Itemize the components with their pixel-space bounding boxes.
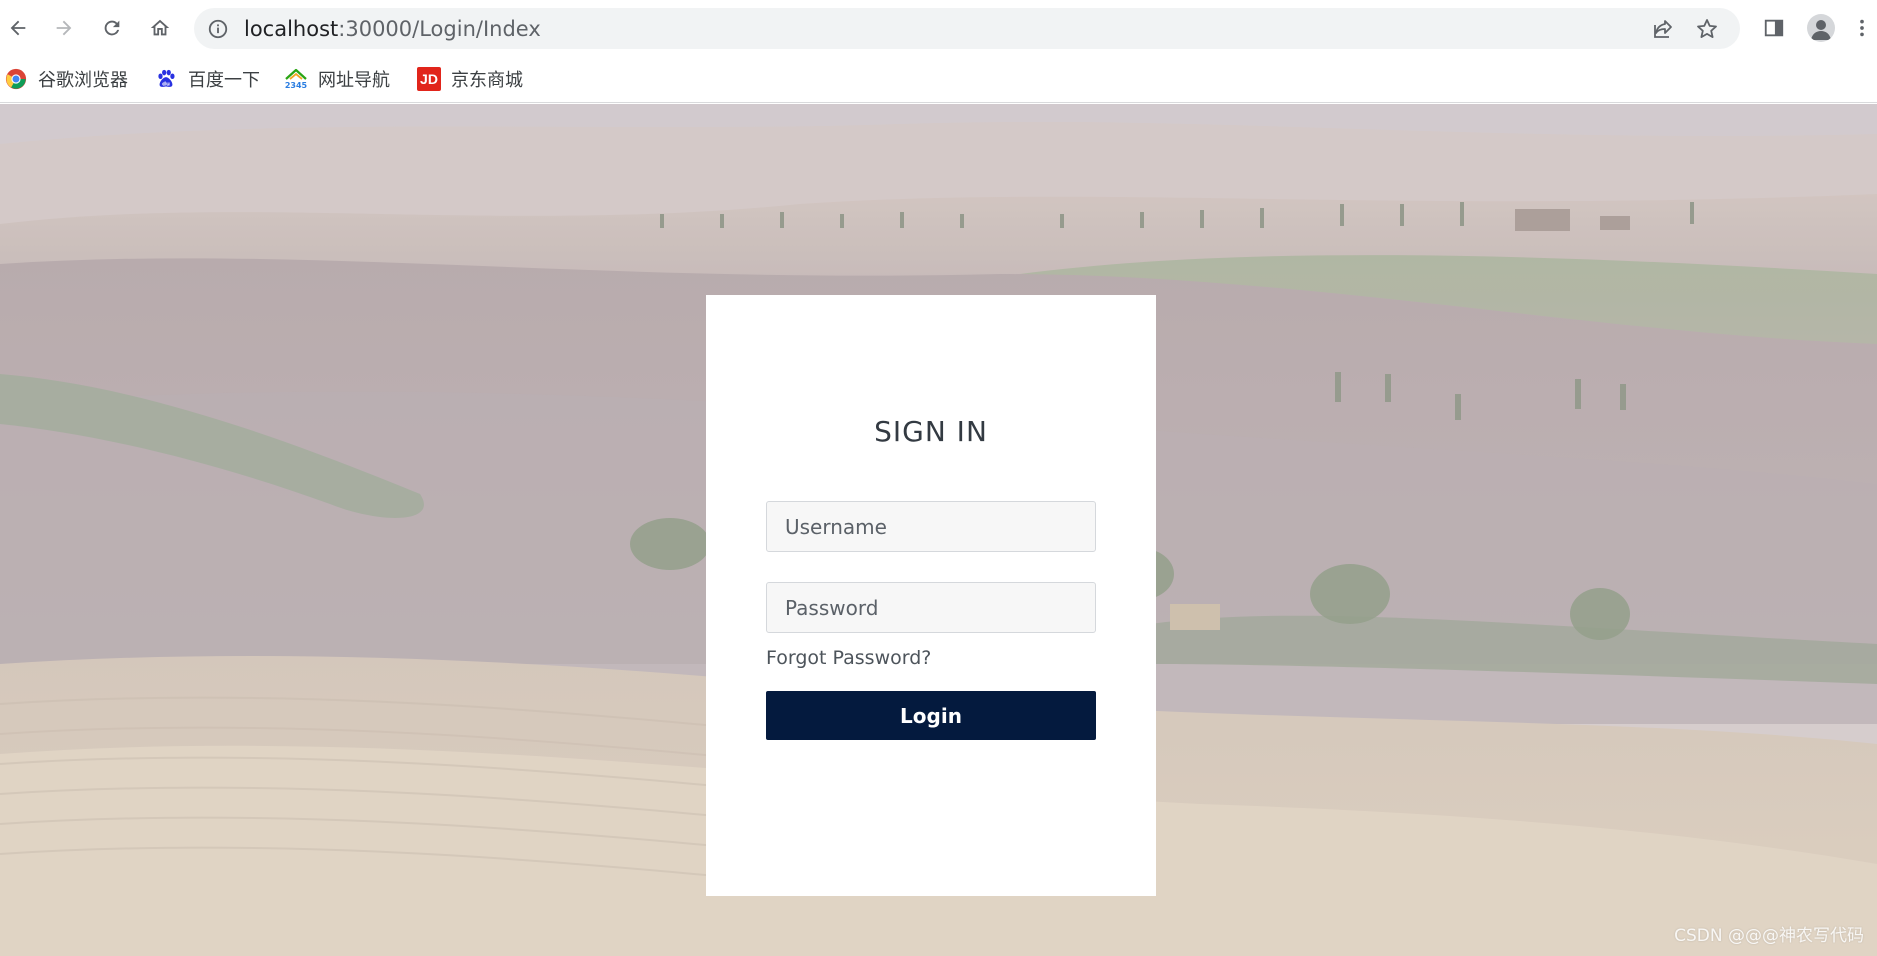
2345-nav-icon: 2345 <box>284 67 308 91</box>
forgot-password-link[interactable]: Forgot Password? <box>766 647 931 669</box>
csdn-watermark: CSDN @@@神农写代码 <box>1674 926 1864 946</box>
bookmark-jd[interactable]: JD 京东商城 <box>417 64 523 94</box>
back-button[interactable] <box>0 10 36 46</box>
jd-icon-wrap: JD <box>417 67 441 91</box>
username-input[interactable] <box>766 501 1096 552</box>
side-panel-icon <box>1764 19 1784 37</box>
star-icon <box>1697 19 1717 38</box>
url-path: :30000/Login/Index <box>338 17 541 41</box>
page-viewport: SIGN IN Forgot Password? Login CSDN @@@神… <box>0 104 1877 956</box>
bookmark-chrome[interactable]: 谷歌浏览器 <box>4 64 128 94</box>
bookmark-label: 网址导航 <box>318 70 390 91</box>
profile-button[interactable] <box>1803 10 1839 46</box>
home-button[interactable] <box>142 10 178 46</box>
bookmark-baidu[interactable]: du 百度一下 <box>154 64 260 94</box>
avatar <box>1807 14 1835 42</box>
bookmark-label: 百度一下 <box>188 70 260 91</box>
url-host: localhost <box>244 17 339 41</box>
bookmark-star-button[interactable] <box>1694 16 1720 42</box>
arrow-right-icon <box>56 20 72 36</box>
login-button[interactable]: Login <box>766 691 1096 740</box>
home-icon <box>150 19 170 36</box>
jd-icon: JD <box>417 67 441 91</box>
side-panel-button[interactable] <box>1756 10 1792 46</box>
svg-text:du: du <box>162 81 170 87</box>
chrome-icon <box>4 67 28 91</box>
share-icon <box>1654 20 1672 38</box>
menu-button[interactable] <box>1850 10 1874 46</box>
password-input[interactable] <box>766 582 1096 633</box>
kebab-menu-icon <box>1860 19 1864 37</box>
login-card: SIGN IN Forgot Password? Login <box>706 295 1156 896</box>
reload-icon <box>104 20 120 36</box>
share-button[interactable] <box>1650 16 1676 42</box>
svg-text:2345: 2345 <box>285 81 308 90</box>
site-info-icon[interactable] <box>206 17 230 41</box>
url-text: localhost:30000/Login/Index <box>244 17 541 41</box>
reload-button[interactable] <box>94 10 130 46</box>
bookmark-2345[interactable]: 2345 网址导航 <box>284 64 390 94</box>
forward-button[interactable] <box>46 10 82 46</box>
bookmark-label: 谷歌浏览器 <box>38 70 128 91</box>
person-icon <box>1811 20 1831 40</box>
baidu-paw-icon: du <box>154 67 178 91</box>
bookmark-label: 京东商城 <box>451 70 523 91</box>
bookmarks-bar: 谷歌浏览器 du 百度一下 2345 网址导航 JD 京东商城 <box>0 56 1877 103</box>
arrow-left-icon <box>10 20 26 36</box>
sign-in-title: SIGN IN <box>874 415 988 448</box>
address-bar[interactable]: localhost:30000/Login/Index <box>194 8 1740 49</box>
browser-toolbar: localhost:30000/Login/Index <box>0 0 1877 56</box>
